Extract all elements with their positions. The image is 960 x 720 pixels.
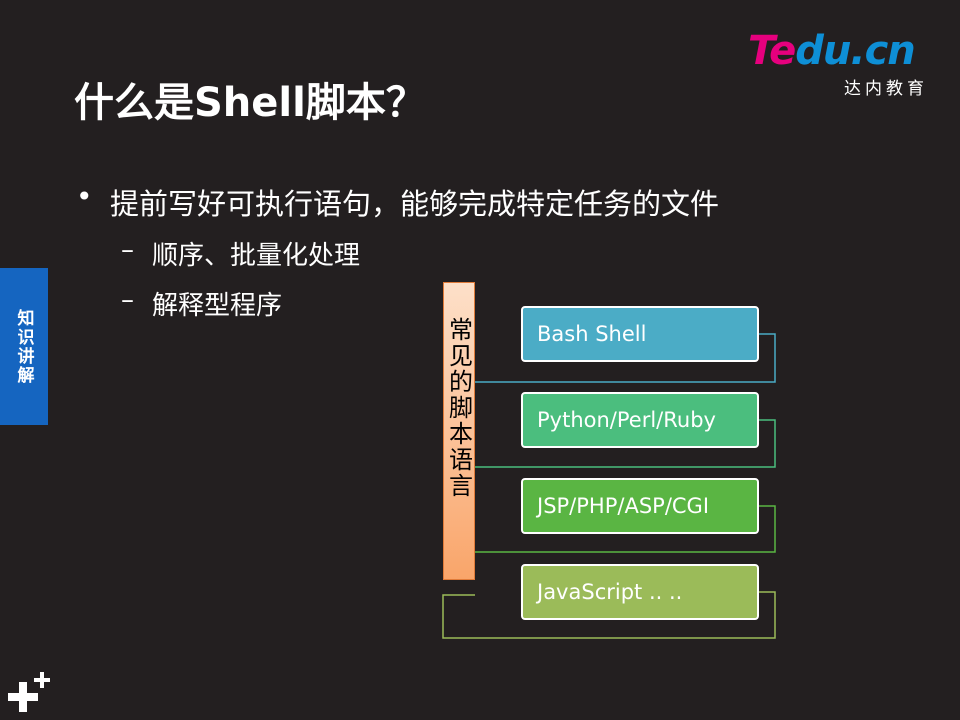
slide: Tedu.cn 达内教育 什么是Shell脚本？ • 提前写好可执行语句，能够完… bbox=[0, 0, 960, 720]
category-label: 常见的脚本语言 bbox=[444, 317, 473, 499]
lang-label-python: Python/Perl/Ruby bbox=[537, 408, 716, 432]
category-box: 常见的脚本语言 bbox=[443, 282, 475, 580]
lang-box-bash: Bash Shell bbox=[521, 306, 759, 362]
lang-label-javascript: JavaScript .. .. bbox=[537, 580, 683, 604]
diagram-connectors bbox=[442, 333, 776, 639]
lang-label-jsp: JSP/PHP/ASP/CGI bbox=[537, 494, 710, 518]
lang-box-jsp: JSP/PHP/ASP/CGI bbox=[521, 478, 759, 534]
lang-box-javascript: JavaScript .. .. bbox=[521, 564, 759, 620]
lang-box-python: Python/Perl/Ruby bbox=[521, 392, 759, 448]
lang-label-bash: Bash Shell bbox=[537, 322, 647, 346]
